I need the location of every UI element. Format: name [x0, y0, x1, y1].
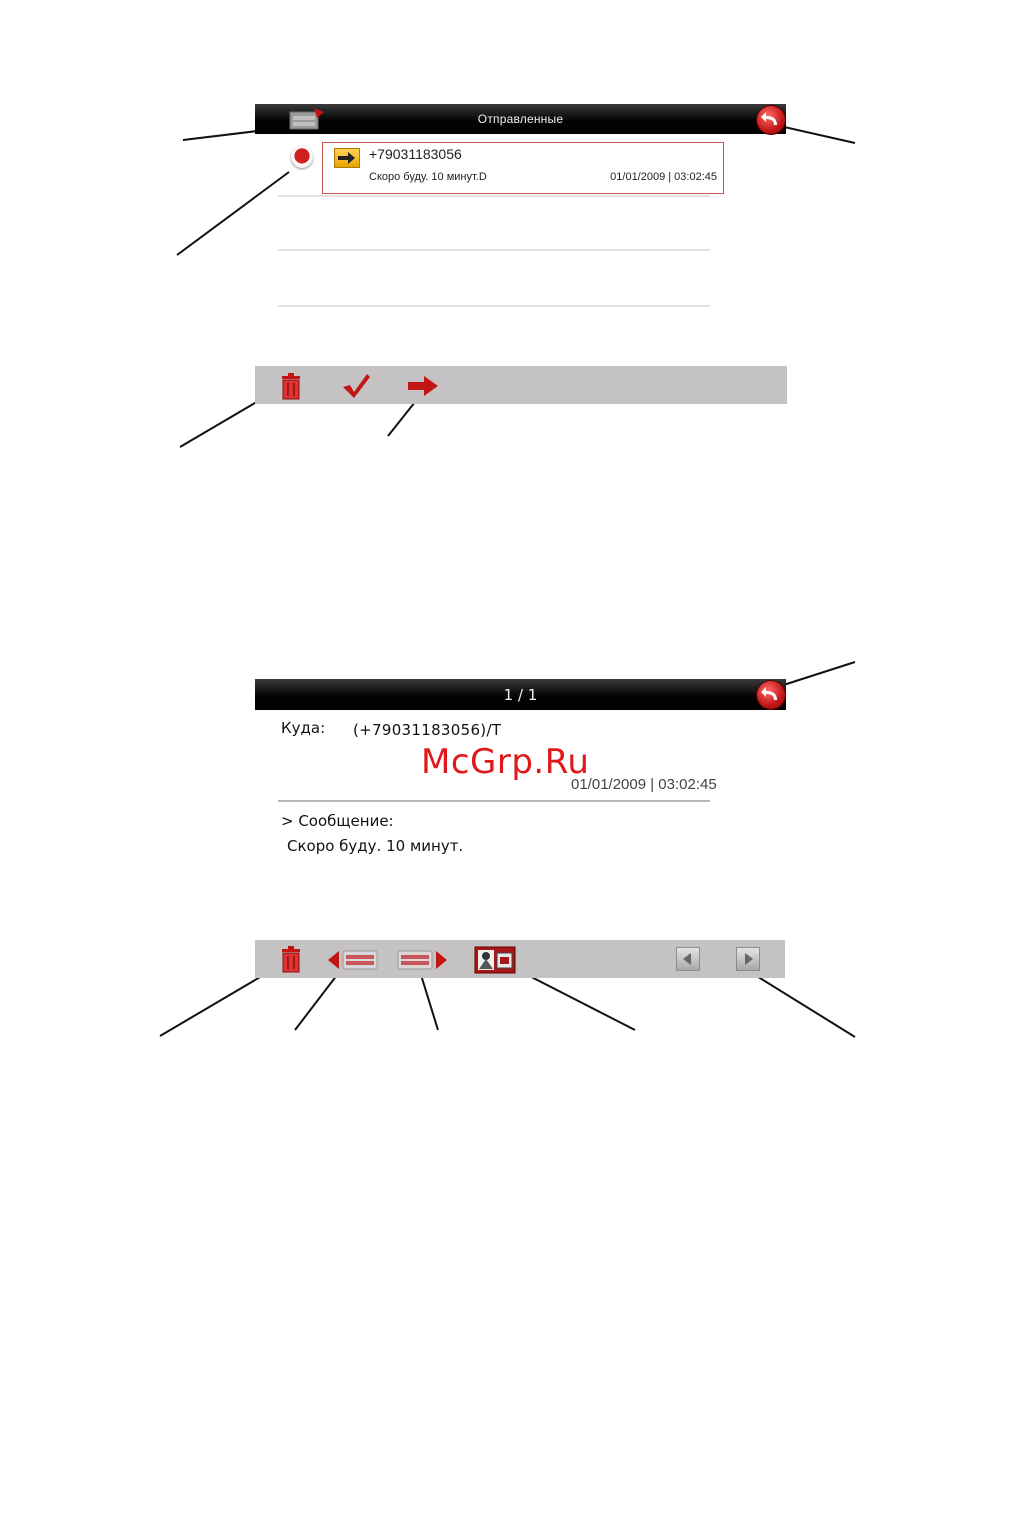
detail-divider [278, 800, 710, 802]
message-datetime: 01/01/2009 | 03:02:45 [610, 171, 717, 183]
list-divider [278, 249, 710, 251]
forward-message-icon [397, 950, 447, 970]
list-divider [278, 195, 710, 197]
back-arrow-icon [761, 112, 777, 125]
contact-card-icon [474, 946, 516, 974]
outgoing-message-icon [334, 148, 360, 168]
recipient-value: (+79031183056)/T [353, 721, 502, 739]
message-select-toggle[interactable] [291, 146, 313, 168]
message-counter: 1 / 1 [503, 686, 538, 704]
forward-arrow-icon [408, 376, 438, 396]
sent-list-toolbar [255, 366, 787, 404]
message-preview: Скоро буду. 10 минут.D [369, 171, 487, 183]
recipient-label: Куда: [281, 719, 326, 737]
checkmark-icon [343, 374, 370, 398]
select-all-button[interactable] [341, 372, 371, 405]
save-contact-button[interactable] [474, 946, 516, 979]
back-arrow-icon [761, 687, 777, 700]
message-number: +79031183056 [369, 146, 462, 162]
watermark: McGrp.Ru [421, 742, 590, 782]
message-body: Скоро буду. 10 минут. [287, 837, 464, 855]
back-button[interactable] [757, 106, 785, 134]
sent-list-title-bar: Отправленные [255, 104, 786, 134]
message-detail-toolbar [255, 940, 785, 978]
forward-message-button[interactable] [396, 948, 448, 977]
arrow-right-icon [745, 953, 753, 965]
reply-icon [328, 950, 378, 970]
message-datetime: 01/01/2009 | 03:02:45 [571, 776, 717, 793]
message-detail-title-bar: 1 / 1 [255, 679, 786, 710]
message-heading: > Сообщение: [281, 812, 394, 830]
back-button[interactable] [757, 681, 785, 709]
delete-button[interactable] [279, 372, 303, 405]
reply-button[interactable] [327, 948, 379, 977]
arrow-left-icon [683, 953, 691, 965]
delete-button[interactable] [279, 945, 303, 978]
previous-message-button[interactable] [676, 947, 700, 971]
sent-list-title: Отправленные [477, 112, 564, 126]
trash-icon [282, 373, 300, 400]
forward-button[interactable] [407, 375, 439, 402]
next-message-button[interactable] [736, 947, 760, 971]
list-divider [278, 305, 710, 307]
sent-message-item[interactable]: +79031183056 Скоро буду. 10 минут.D 01/0… [322, 142, 724, 194]
trash-icon [282, 946, 300, 973]
folder-menu-icon[interactable] [288, 106, 326, 132]
